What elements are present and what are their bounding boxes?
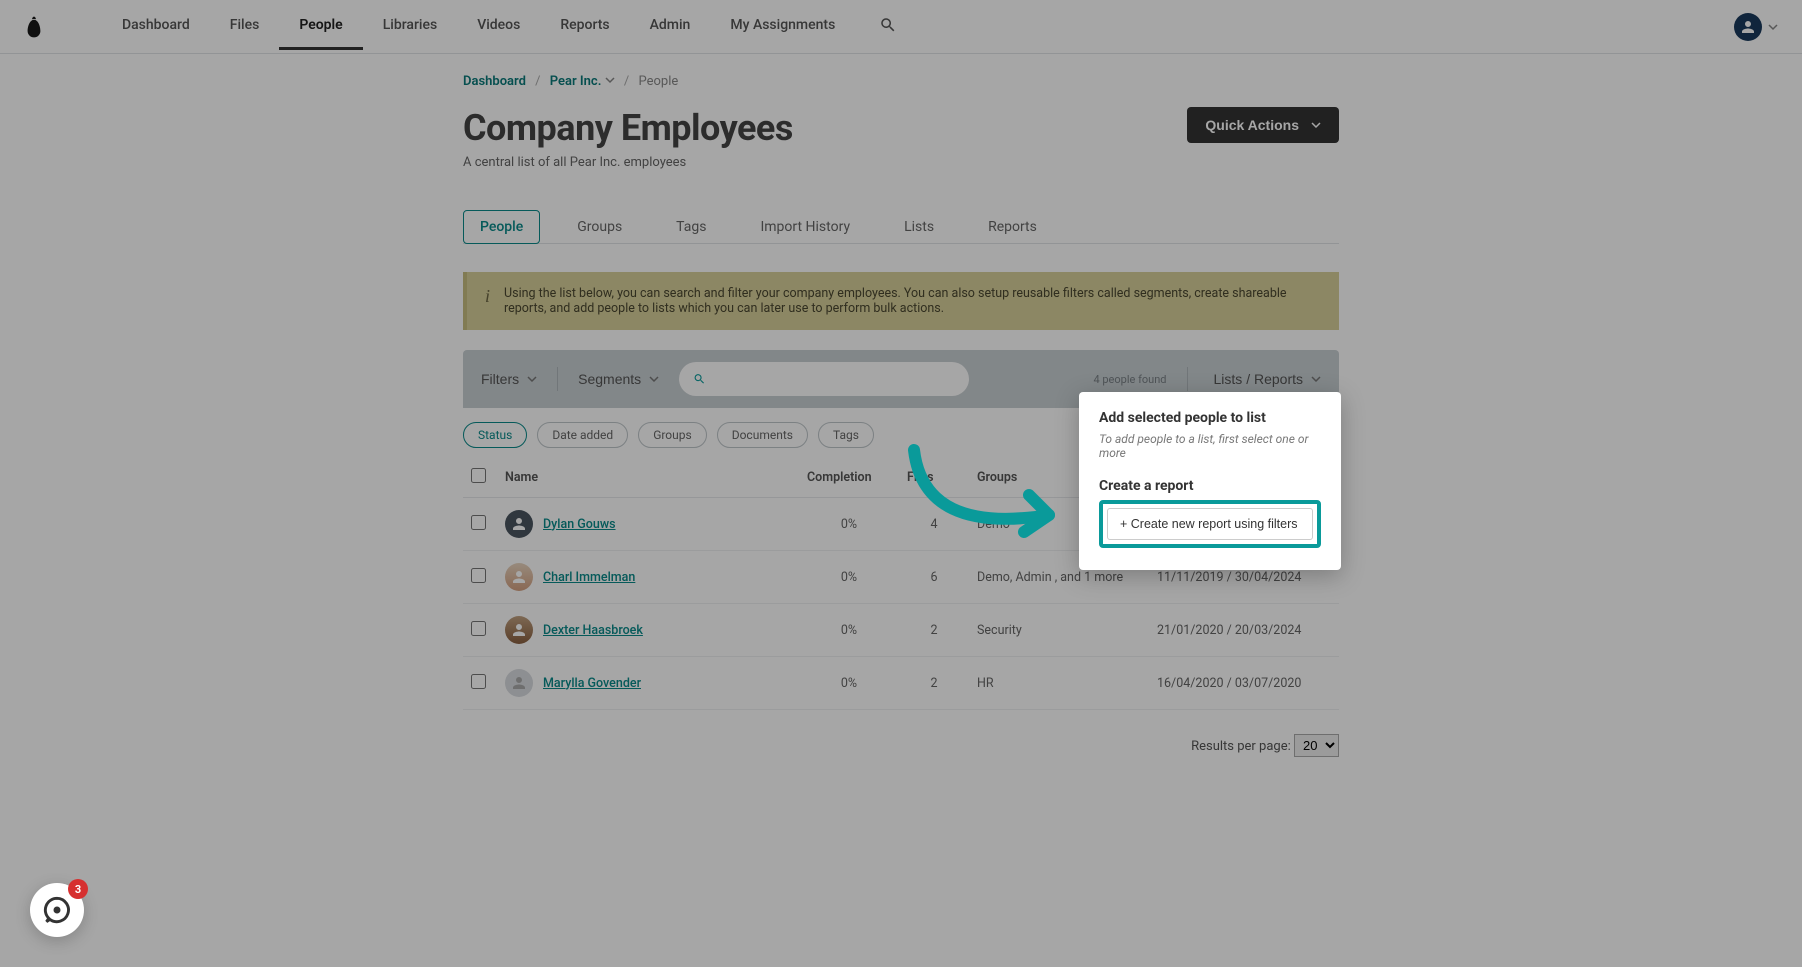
person-name-link[interactable]: Dexter Haasbroek [543,623,643,638]
tab-people[interactable]: People [463,210,540,244]
cell-files: 4 [899,498,969,551]
pager-label: Results per page: [1191,739,1291,754]
breadcrumb-dashboard[interactable]: Dashboard [463,74,526,89]
cell-completion: 0% [799,551,899,604]
info-banner: i Using the list below, you can search a… [463,272,1339,330]
info-icon: i [485,286,490,316]
nav-item-videos[interactable]: Videos [457,3,540,50]
cell-files: 6 [899,551,969,604]
col-completion: Completion [799,458,899,498]
person-avatar [505,510,533,538]
table-row: Marylla Govender 0%2HR16/04/2020 / 03/07/… [463,657,1339,710]
chip-documents[interactable]: Documents [717,422,808,448]
tab-groups[interactable]: Groups [560,210,639,244]
chevron-down-icon [1311,371,1321,387]
nav-item-admin[interactable]: Admin [630,3,711,50]
nav-item-reports[interactable]: Reports [540,3,629,50]
breadcrumb: Dashboard / Pear Inc. / People [463,74,1339,89]
cell-completion: 0% [799,498,899,551]
person-name-link[interactable]: Marylla Govender [543,676,641,691]
nav-search-icon[interactable] [869,6,907,48]
cell-files: 2 [899,657,969,710]
tab-reports[interactable]: Reports [971,210,1054,244]
nav-items: DashboardFilesPeopleLibrariesVideosRepor… [102,3,855,50]
table-row: Dexter Haasbroek 0%2Security21/01/2020 / … [463,604,1339,657]
profile-menu[interactable] [1734,13,1778,41]
breadcrumb-current: People [638,74,678,89]
chip-tags[interactable]: Tags [818,422,874,448]
chevron-down-icon [649,371,659,387]
pagination: Results per page: 20 [463,734,1339,757]
person-name-link[interactable]: Charl Immelman [543,570,635,585]
col-files: Files [899,458,969,498]
cell-groups: Security [969,604,1149,657]
lists-reports-button[interactable]: Lists / Reports [1214,371,1321,387]
create-report-highlight: + Create new report using filters [1099,500,1321,548]
cell-dates: 16/04/2020 / 03/07/2020 [1149,657,1339,710]
person-avatar [505,669,533,697]
row-checkbox[interactable] [471,515,486,530]
nav-item-libraries[interactable]: Libraries [363,3,457,50]
segments-button[interactable]: Segments [578,371,659,387]
top-nav: DashboardFilesPeopleLibrariesVideosRepor… [0,0,1802,54]
toolbar-divider [557,367,558,391]
search-input-wrapper [679,362,969,396]
toolbar-divider [1187,367,1188,391]
search-icon [693,372,706,386]
tab-lists[interactable]: Lists [887,210,951,244]
main-container: Dashboard / Pear Inc. / People Company E… [463,54,1339,797]
tab-tags[interactable]: Tags [659,210,723,244]
chevron-down-icon [1311,117,1321,133]
person-name-link[interactable]: Dylan Gouws [543,517,616,532]
avatar-icon [1734,13,1762,41]
table-toolbar: Filters Segments 4 people found Lists / … [463,350,1339,408]
help-widget[interactable]: 3 [30,883,84,937]
cell-completion: 0% [799,657,899,710]
popover-report-title: Create a report [1099,478,1321,494]
nav-item-dashboard[interactable]: Dashboard [102,3,210,50]
create-report-button[interactable]: + Create new report using filters [1107,508,1313,540]
chip-date-added[interactable]: Date added [537,422,628,448]
person-avatar [505,563,533,591]
breadcrumb-company[interactable]: Pear Inc. [550,74,602,89]
page-title: Company Employees [463,107,793,149]
lists-reports-popover: Add selected people to list To add peopl… [1079,392,1341,570]
chip-groups[interactable]: Groups [638,422,707,448]
chevron-down-icon [1768,17,1778,36]
row-checkbox[interactable] [471,674,486,689]
quick-actions-button[interactable]: Quick Actions [1187,107,1339,143]
row-checkbox[interactable] [471,568,486,583]
nav-item-people[interactable]: People [279,3,362,50]
chevron-down-icon[interactable] [605,74,615,89]
row-checkbox[interactable] [471,621,486,636]
select-all-checkbox[interactable] [471,468,486,483]
chip-status[interactable]: Status [463,422,527,448]
col-name: Name [497,458,799,498]
page-header: Company Employees Quick Actions [463,107,1339,149]
search-input[interactable] [714,372,955,387]
filters-button[interactable]: Filters [481,371,537,387]
popover-add-title: Add selected people to list [1099,410,1321,426]
tab-import-history[interactable]: Import History [743,210,867,244]
sub-tabs: People Groups Tags Import History Lists Repor… [463,210,1339,244]
person-avatar [505,616,533,644]
page-subtitle: A central list of all Pear Inc. employee… [463,155,1339,170]
nav-item-my-assignments[interactable]: My Assignments [710,3,855,50]
popover-add-hint: To add people to a list, first select on… [1099,432,1321,460]
cell-dates: 21/01/2020 / 20/03/2024 [1149,604,1339,657]
chevron-down-icon [527,371,537,387]
cell-groups: HR [969,657,1149,710]
results-count: 4 people found [1093,373,1166,386]
cell-files: 2 [899,604,969,657]
cell-completion: 0% [799,604,899,657]
nav-item-files[interactable]: Files [210,3,280,50]
page-size-select[interactable]: 20 [1294,734,1339,757]
widget-badge: 3 [68,879,88,899]
brand-logo[interactable] [24,15,72,39]
info-text: Using the list below, you can search and… [504,286,1321,316]
